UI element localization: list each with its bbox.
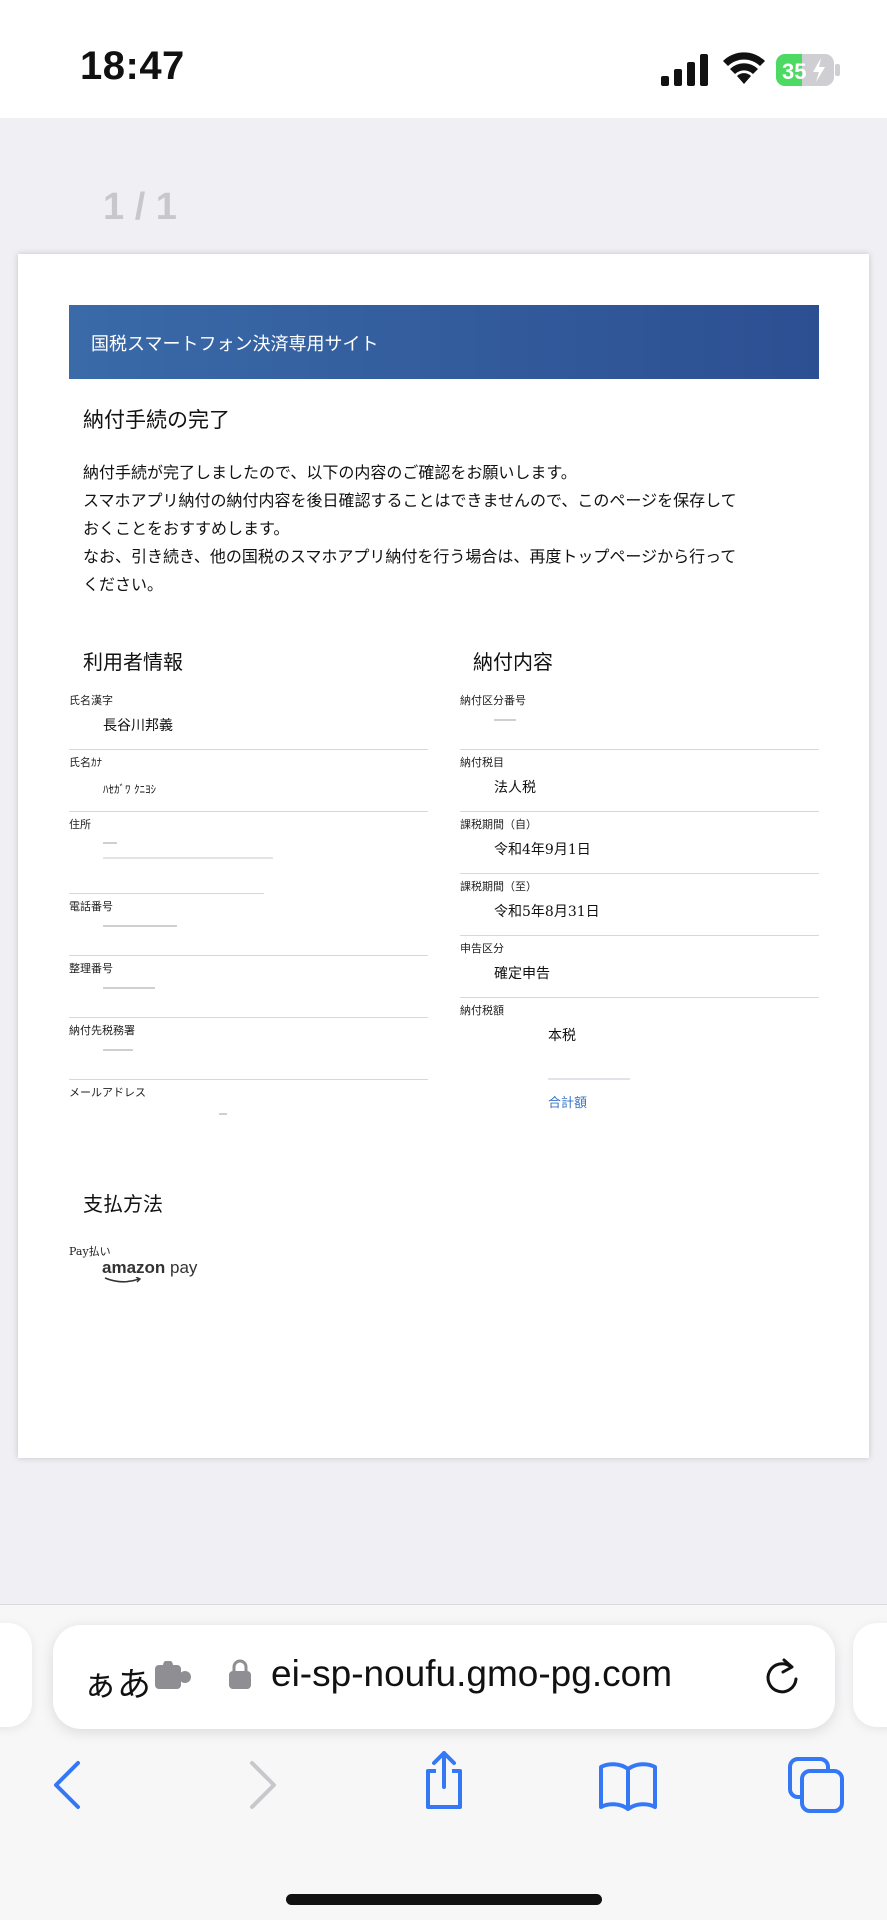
intro-line: ください。 bbox=[83, 575, 164, 594]
field-value: ﾊｾｶﾞﾜ ｸﾆﾖｼ bbox=[103, 783, 156, 796]
redacted-value bbox=[219, 1113, 227, 1115]
intro-line: なお、引き続き、他の国税のスマホアプリ納付を行う場合は、再度トップページから行っ… bbox=[83, 547, 737, 566]
field-label: 納付税目 bbox=[460, 756, 504, 769]
redacted-value bbox=[103, 857, 273, 859]
payment-content-title: 納付内容 bbox=[473, 650, 553, 674]
bookmarks-icon[interactable] bbox=[598, 1755, 658, 1815]
field-value: 法人税 bbox=[494, 780, 536, 796]
amazon-smile-icon bbox=[104, 1277, 142, 1283]
field-value: 令和5年8月31日 bbox=[494, 904, 600, 920]
status-time: 18:47 bbox=[80, 44, 185, 88]
tabs-icon[interactable] bbox=[786, 1755, 846, 1815]
payment-method-title: 支払方法 bbox=[83, 1192, 163, 1216]
field-label: 納付区分番号 bbox=[460, 694, 526, 707]
redacted-value bbox=[103, 987, 155, 989]
address-bar[interactable]: ぁあ ei-sp-noufu.gmo-pg.com bbox=[53, 1625, 835, 1729]
extension-icon[interactable] bbox=[155, 1661, 195, 1693]
field-tax-item: 納付税目 法人税 bbox=[460, 750, 819, 812]
lock-icon bbox=[229, 1659, 251, 1689]
field-phone: 電話番号 bbox=[69, 894, 428, 956]
intro-line: スマホアプリ納付の納付内容を後日確認することはできませんので、このページを保存し… bbox=[83, 491, 737, 510]
field-name-kana: 氏名ｶﾅ ﾊｾｶﾞﾜ ｸﾆﾖｼ bbox=[69, 750, 428, 812]
field-reference-number: 整理番号 bbox=[69, 956, 428, 1018]
url-text[interactable]: ei-sp-noufu.gmo-pg.com bbox=[271, 1653, 672, 1695]
logo-text: pay bbox=[165, 1258, 198, 1277]
wifi-icon bbox=[723, 52, 765, 84]
battery-icon: 35 bbox=[776, 54, 840, 86]
field-tax-period-to: 課税期間（至） 令和5年8月31日 bbox=[460, 874, 819, 936]
field-tax-amount: 納付税額 本税 bbox=[460, 998, 819, 1078]
previous-tab-preview[interactable] bbox=[0, 1623, 32, 1727]
page-indicator: 1 / 1 bbox=[103, 186, 177, 228]
field-tax-period-from: 課税期間（自） 令和4年9月1日 bbox=[460, 812, 819, 874]
amazon-pay-logo: amazon pay bbox=[102, 1258, 198, 1283]
document-viewer[interactable]: 1 / 1 国税スマートフォン決済専用サイト 納付手続の完了 納付手続が完了しま… bbox=[0, 118, 887, 1604]
field-tax-office: 納付先税務署 bbox=[69, 1018, 428, 1080]
intro-text: 納付手続が完了しましたので、以下の内容のご確認をお願いします。 スマホアプリ納付… bbox=[83, 459, 803, 599]
divider bbox=[548, 1078, 630, 1080]
back-icon[interactable] bbox=[40, 1755, 100, 1815]
redacted-value bbox=[103, 842, 117, 844]
cellular-signal-icon bbox=[661, 54, 708, 86]
status-bar: 18:47 35 bbox=[0, 0, 887, 118]
site-banner: 国税スマートフォン決済専用サイト bbox=[69, 305, 819, 379]
user-info-title: 利用者情報 bbox=[83, 650, 183, 674]
field-label: 申告区分 bbox=[460, 942, 504, 955]
field-label: メールアドレス bbox=[69, 1086, 146, 1099]
share-icon[interactable] bbox=[414, 1751, 474, 1811]
pdf-page: 国税スマートフォン決済専用サイト 納付手続の完了 納付手続が完了しましたので、以… bbox=[18, 254, 869, 1458]
redacted-value bbox=[103, 1049, 133, 1051]
field-value: 令和4年9月1日 bbox=[494, 842, 591, 858]
field-payment-category-number: 納付区分番号 bbox=[460, 688, 819, 750]
redacted-value bbox=[103, 925, 177, 927]
redacted-value bbox=[494, 719, 516, 721]
field-email: メールアドレス bbox=[69, 1080, 428, 1142]
reload-icon[interactable] bbox=[761, 1655, 803, 1699]
field-value: 確定申告 bbox=[494, 966, 550, 982]
field-label: 氏名ｶﾅ bbox=[69, 756, 102, 769]
sub-item-label: 本税 bbox=[548, 1028, 576, 1044]
browser-toolbar: ぁあ ei-sp-noufu.gmo-pg.com bbox=[0, 1604, 887, 1920]
intro-line: おくことをおすすめします。 bbox=[83, 519, 290, 538]
field-value: 長谷川邦義 bbox=[103, 718, 173, 734]
field-label: 電話番号 bbox=[69, 900, 113, 913]
field-label: 住所 bbox=[69, 818, 91, 831]
intro-line: 納付手続が完了しましたので、以下の内容のご確認をお願いします。 bbox=[83, 463, 577, 482]
field-label: 納付先税務署 bbox=[69, 1024, 135, 1037]
field-label: 氏名漢字 bbox=[69, 694, 113, 707]
field-declaration-type: 申告区分 確定申告 bbox=[460, 936, 819, 998]
payment-method-label: Pay払い bbox=[69, 1245, 111, 1258]
logo-text: amazon bbox=[102, 1258, 166, 1277]
forward-icon[interactable] bbox=[230, 1755, 290, 1815]
page-title: 納付手続の完了 bbox=[83, 408, 230, 432]
field-address: 住所 bbox=[69, 812, 428, 894]
page-settings-button[interactable]: ぁあ bbox=[83, 1657, 151, 1706]
home-indicator bbox=[286, 1894, 602, 1905]
field-label: 課税期間（至） bbox=[460, 880, 537, 893]
field-label: 課税期間（自） bbox=[460, 818, 537, 831]
total-label: 合計額 bbox=[548, 1096, 588, 1111]
field-label: 整理番号 bbox=[69, 962, 113, 975]
next-tab-preview[interactable] bbox=[853, 1623, 887, 1727]
field-label: 納付税額 bbox=[460, 1004, 504, 1017]
field-name-kanji: 氏名漢字 長谷川邦義 bbox=[69, 688, 428, 750]
svg-text:35: 35 bbox=[782, 59, 806, 84]
